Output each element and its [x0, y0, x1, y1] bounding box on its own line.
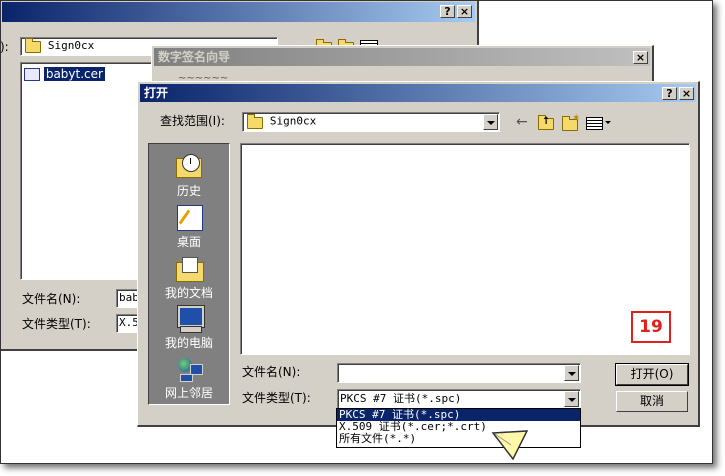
place-label: 网上邻居 — [164, 386, 213, 400]
place-my-documents[interactable]: 我的文档 — [149, 254, 229, 301]
place-label: 我的文档 — [164, 286, 213, 300]
back-help-button[interactable]: ? — [440, 5, 455, 18]
filename-combo[interactable] — [337, 363, 581, 383]
filetype-value: PKCS #7 证书(*.spc) — [340, 392, 462, 405]
wizard-title: 数字签名向导 — [158, 50, 231, 64]
back-filename-value: bab — [119, 291, 139, 304]
filetype-combo[interactable]: PKCS #7 证书(*.spc) — [337, 389, 581, 409]
back-filetype-value: X.5 — [119, 316, 139, 329]
wizard-titlebar: 数字签名向导 × — [154, 48, 650, 66]
filename-dropdown-arrow[interactable] — [564, 365, 579, 381]
desktop-icon — [174, 203, 204, 231]
lookin-dropdown-arrow[interactable] — [483, 114, 498, 130]
open-close-button[interactable]: × — [679, 87, 694, 100]
folder-icon — [247, 114, 263, 129]
new-folder-icon[interactable]: ✶ — [562, 113, 580, 132]
step-number-badge: 19 — [631, 311, 671, 343]
back-filename-label: 文件名(N): — [22, 292, 81, 306]
open-dialog: 打开 ? × 查找范围(I): Sign0cx ← ↑ ✶ 历史 桌面 我的文档… — [137, 81, 700, 427]
back-filetype-label: 文件类型(T): — [22, 317, 91, 331]
place-label: 历史 — [176, 184, 201, 198]
wizard-close-button[interactable]: × — [633, 51, 648, 64]
view-menu-icon[interactable] — [586, 116, 611, 132]
file-item-babyt[interactable]: babyt.cer — [24, 67, 105, 81]
back-lookin-label-fragment: ): — [0, 40, 9, 54]
lookin-value: Sign0cx — [269, 114, 317, 128]
history-icon — [174, 152, 204, 180]
back-arrow-icon[interactable]: ← — [516, 114, 534, 130]
cancel-button[interactable]: 取消 — [616, 391, 688, 412]
screenshot-frame: ? × ): Sign0cx babyt.cer 文件名(N): bab 文件类… — [0, 0, 713, 464]
open-dialog-title: 打开 — [144, 86, 169, 100]
open-dialog-titlebar: 打开 ? × — [140, 84, 696, 102]
filename-label: 文件名(N): — [242, 365, 301, 379]
place-label: 我的电脑 — [164, 336, 213, 350]
up-one-level-icon[interactable]: ↑ — [538, 115, 556, 132]
filename-value — [338, 366, 340, 379]
lookin-combo[interactable]: Sign0cx — [242, 112, 500, 132]
places-bar: 历史 桌面 我的文档 我的电脑 网上邻居 — [148, 143, 230, 405]
place-history[interactable]: 历史 — [149, 152, 229, 199]
open-button[interactable]: 打开(O) — [615, 363, 689, 386]
place-desktop[interactable]: 桌面 — [149, 203, 229, 250]
filetype-dropdown-arrow[interactable] — [564, 391, 579, 407]
folder-icon — [25, 38, 41, 53]
file-list[interactable] — [240, 143, 690, 355]
network-icon — [174, 354, 204, 382]
my-documents-icon — [174, 254, 204, 282]
filetype-dropdown-list: PKCS #7 证书(*.spc) X.509 证书(*.cer;*.crt) … — [336, 408, 581, 448]
filetype-option[interactable]: 所有文件(*.*) — [337, 433, 580, 445]
open-help-button[interactable]: ? — [662, 87, 677, 100]
back-dialog-titlebar: ? × — [2, 2, 475, 22]
place-network[interactable]: 网上邻居 — [149, 354, 229, 401]
file-item-label: babyt.cer — [43, 67, 105, 81]
filetype-label: 文件类型(T): — [242, 391, 311, 405]
place-my-computer[interactable]: 我的电脑 — [149, 304, 229, 351]
place-label: 桌面 — [176, 235, 201, 249]
lookin-label: 查找范围(I): — [160, 114, 225, 128]
certificate-icon — [24, 68, 40, 81]
my-computer-icon — [174, 304, 204, 333]
mouse-cursor-icon — [491, 430, 529, 461]
back-lookin-value: Sign0cx — [47, 39, 95, 52]
toolbar: ← ↑ ✶ — [516, 113, 616, 132]
back-close-button[interactable]: × — [457, 5, 472, 18]
